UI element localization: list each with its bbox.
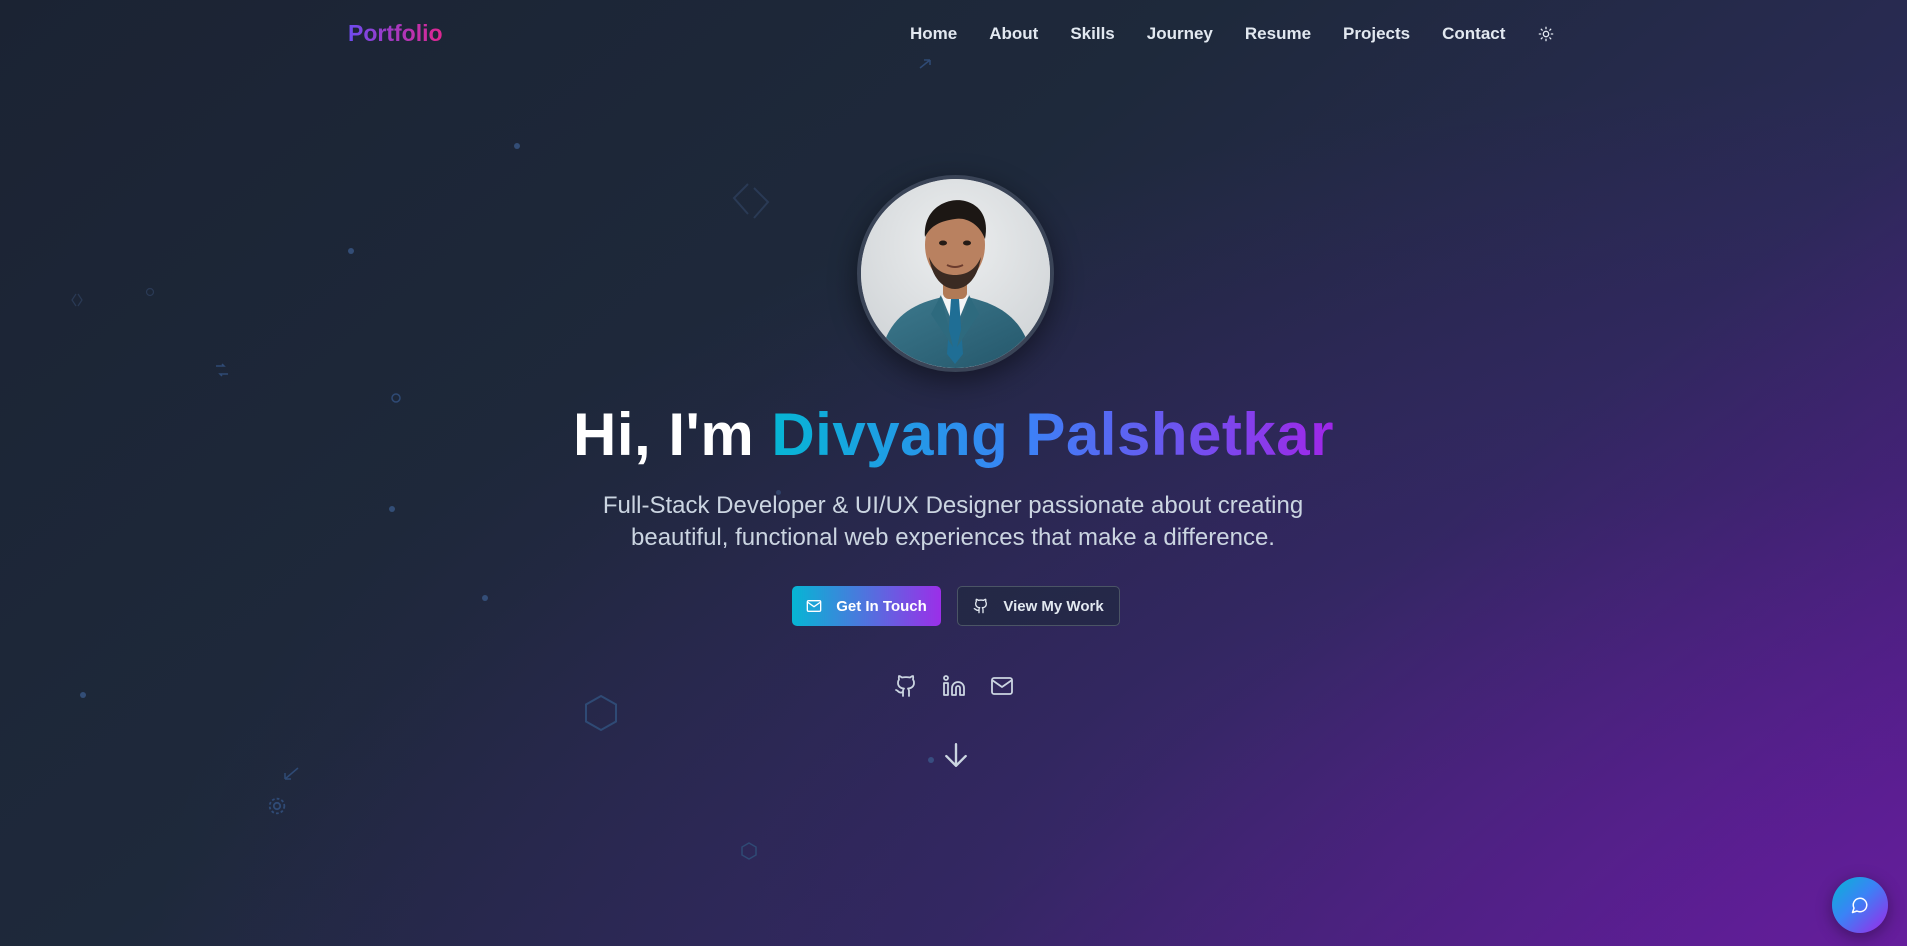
decorative-hexagon-icon <box>585 694 617 732</box>
decorative-gear-icon <box>268 797 286 815</box>
scroll-down-button[interactable] <box>943 741 969 769</box>
nav-link-journey[interactable]: Journey <box>1147 24 1213 44</box>
decorative-dot <box>482 595 488 601</box>
arrow-down-icon <box>945 743 967 767</box>
nav-links: Home About Skills Journey Resume Project… <box>910 24 1537 44</box>
decorative-dot <box>80 692 86 698</box>
decorative-dot <box>928 757 934 763</box>
mail-icon <box>806 600 822 612</box>
mail-icon <box>991 677 1013 695</box>
profile-photo <box>861 179 1050 368</box>
github-link[interactable] <box>894 674 918 698</box>
hero-subtitle: Full-Stack Developer & UI/UX Designer pa… <box>602 492 1304 551</box>
decorative-ring-icon <box>145 287 155 297</box>
decorative-bracket-icon <box>71 293 83 307</box>
email-link[interactable] <box>990 674 1014 698</box>
nav-link-about[interactable]: About <box>989 24 1038 44</box>
github-icon <box>895 675 915 697</box>
site-logo[interactable]: Portfolio <box>348 20 443 47</box>
decorative-dot <box>514 143 520 149</box>
decorative-dot <box>389 506 395 512</box>
hero-greeting: Hi, I'm <box>573 401 772 468</box>
github-icon <box>974 598 988 614</box>
chat-button[interactable] <box>1832 877 1888 933</box>
view-my-work-label: View My Work <box>1003 597 1104 615</box>
nav-link-resume[interactable]: Resume <box>1245 24 1311 44</box>
nav-link-projects[interactable]: Projects <box>1343 24 1410 44</box>
decorative-hexagon-icon <box>741 842 757 860</box>
linkedin-icon <box>943 675 965 696</box>
profile-avatar <box>857 175 1054 372</box>
top-navbar: Portfolio Home About Skills Journey Resu… <box>0 0 1907 68</box>
decorative-shuffle-icon <box>216 363 228 377</box>
chat-bubble-icon <box>1851 897 1868 914</box>
nav-link-skills[interactable]: Skills <box>1070 24 1114 44</box>
background-glow <box>0 0 1907 946</box>
social-links <box>894 674 1014 698</box>
hero-name: Divyang Palshetkar <box>771 401 1334 468</box>
sun-icon <box>1538 26 1554 42</box>
theme-toggle-button[interactable] <box>1536 24 1556 44</box>
nav-link-home[interactable]: Home <box>910 24 957 44</box>
nav-link-contact[interactable]: Contact <box>1442 24 1505 44</box>
linkedin-link[interactable] <box>942 674 966 698</box>
get-in-touch-label: Get In Touch <box>836 597 927 615</box>
get-in-touch-button[interactable]: Get In Touch <box>792 586 941 626</box>
hero-headline: Hi, I'm Divyang Palshetkar <box>0 400 1907 469</box>
decorative-arrow-icon <box>284 767 299 780</box>
view-my-work-button[interactable]: View My Work <box>957 586 1120 626</box>
decorative-bracket-icon <box>732 183 770 219</box>
decorative-dot <box>348 248 354 254</box>
